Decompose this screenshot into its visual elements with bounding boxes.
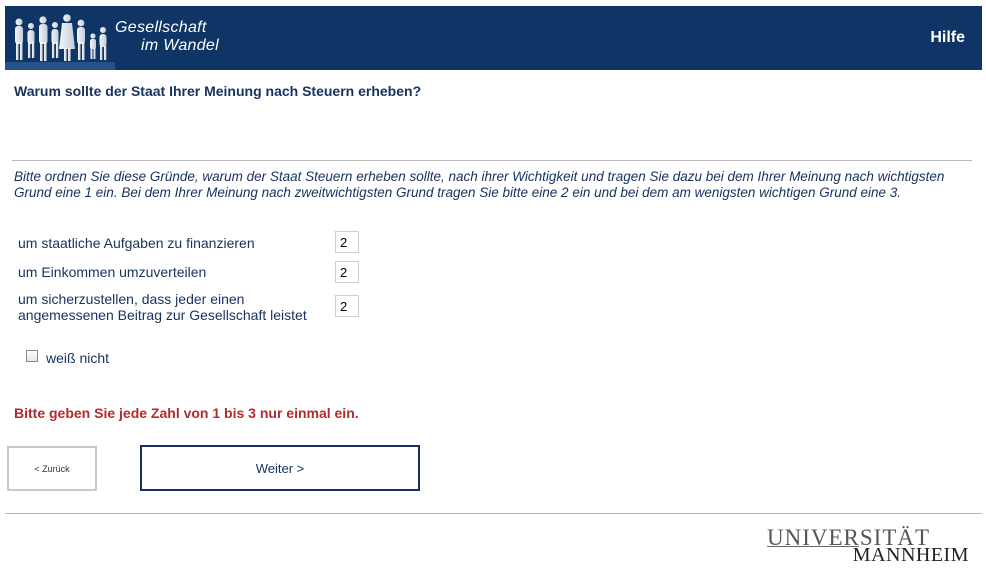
next-button[interactable]: Weiter > [140,445,420,491]
header-bar: Gesellschaft im Wandel Hilfe [5,6,982,70]
item-label-finance: um staatliche Aufgaben zu finanzieren [18,235,255,251]
university-logo-line2: MANNHEIM [852,544,969,566]
item-label-contribution-line1: um sicherzustellen, dass jeder einen [18,291,245,307]
rank-input-finance[interactable] [335,231,359,253]
rank-input-contribution[interactable] [335,295,359,317]
item-label-contribution-line2: angemessenen Beitrag zur Gesellschaft le… [18,307,307,323]
item-label-redistribute: um Einkommen umzuverteilen [18,264,207,280]
university-logo: UNIVERSITÄT MANNHEIM [767,525,969,566]
help-link[interactable]: Hilfe [930,29,965,47]
people-silhouette-icon [5,14,115,70]
logo-line-2: im Wandel [141,37,219,54]
instructions-text: Bitte ordnen Sie diese Gründe, warum der… [14,169,945,200]
university-logo-bar [767,546,859,547]
logo-line-1: Gesellschaft [115,19,207,36]
logo: Gesellschaft im Wandel [5,6,245,70]
logo-text: Gesellschaft im Wandel [115,19,219,55]
back-button[interactable]: < Zurück [7,446,97,491]
question-title: Warum sollte der Staat Ihrer Meinung nac… [14,83,422,99]
footer-divider [5,513,982,514]
dont-know-checkbox[interactable] [26,350,38,362]
dont-know-label: weiß nicht [46,350,110,366]
item-label-contribution: um sicherzustellen, dass jeder einen ang… [18,291,307,323]
rank-input-redistribute[interactable] [335,261,359,283]
error-message: Bitte geben Sie jede Zahl von 1 bis 3 nu… [14,405,359,421]
divider [12,160,972,161]
